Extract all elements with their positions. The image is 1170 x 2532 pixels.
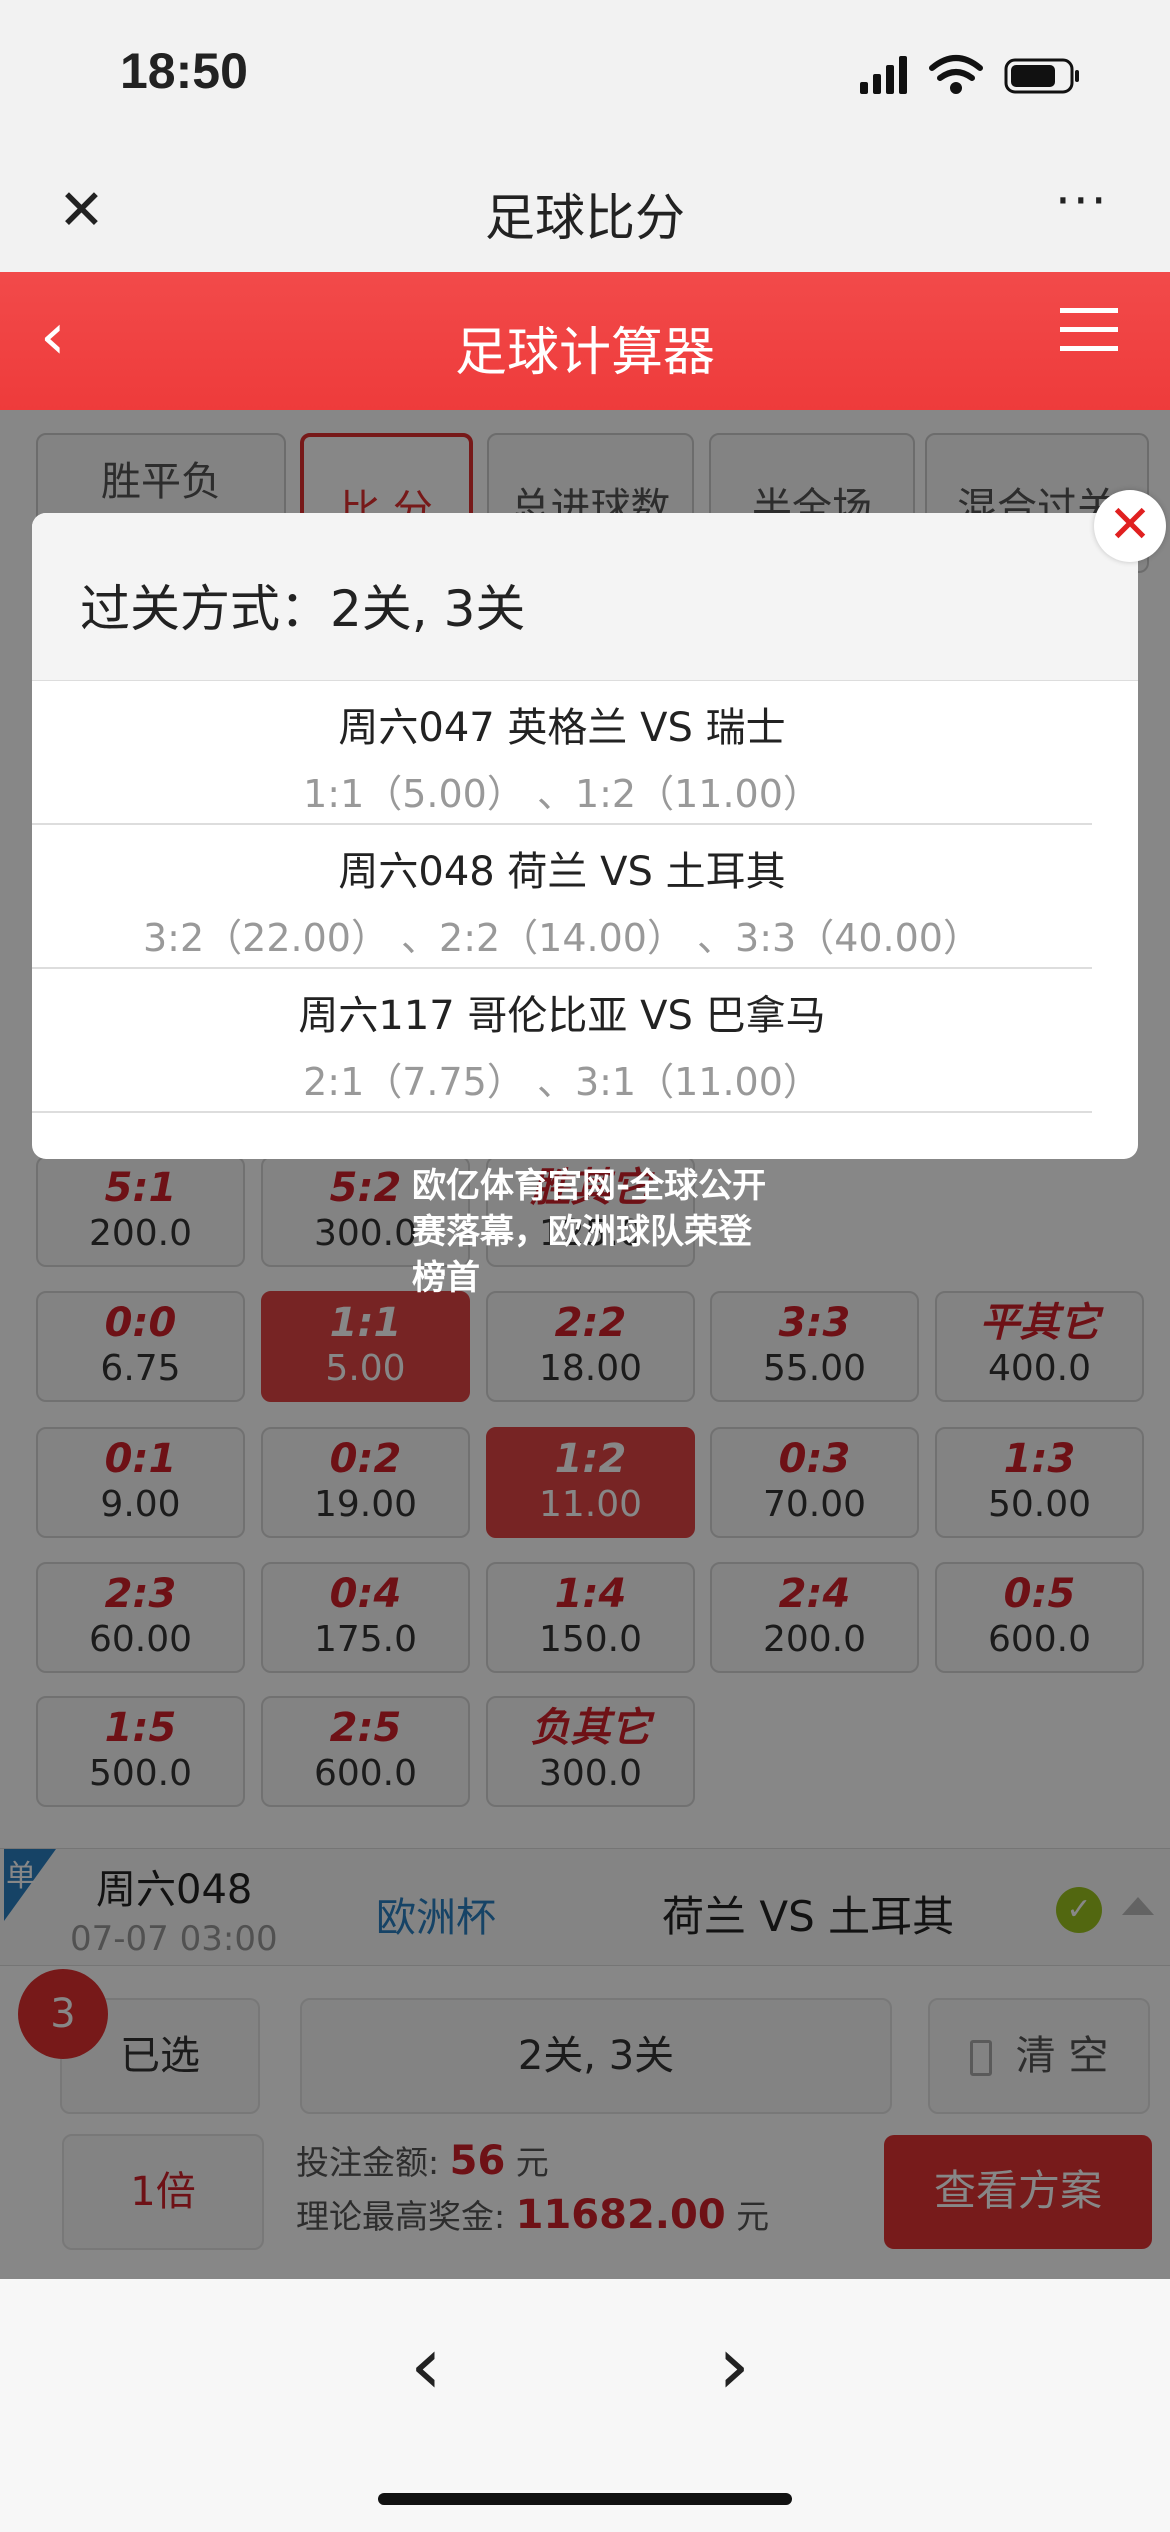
watermark: 欧亿体育官网-全球公开赛落幕，欧洲球队荣登榜首 <box>412 1166 767 1298</box>
forward-arrow-icon[interactable]: › <box>718 2319 750 2412</box>
app-header: ‹ 足球计算器 <box>0 272 1170 410</box>
list-item: 周六047 英格兰 VS 瑞士 1:1（5.00） 、1:2（11.00） <box>32 681 1092 825</box>
menu-icon[interactable] <box>1060 308 1118 351</box>
match-name: 周六048 荷兰 VS 土耳其 <box>338 849 786 895</box>
close-modal-icon[interactable]: ✕ <box>1094 490 1166 562</box>
battery-icon <box>1004 58 1079 94</box>
nav-title: 足球比分 <box>485 189 685 247</box>
signal-icon <box>860 56 907 94</box>
home-indicator <box>378 2493 792 2505</box>
pass-modal: 过关方式：2关, 3关 周六047 英格兰 VS 瑞士 1:1（5.00） 、1:… <box>32 513 1138 1159</box>
back-arrow-icon[interactable]: ‹ <box>410 2319 442 2412</box>
browser-toolbar: ‹ › <box>0 2279 1170 2532</box>
page-title: 足球计算器 <box>454 323 715 383</box>
more-icon[interactable]: ··· <box>1055 172 1109 230</box>
nav-bar: ✕ 足球比分 ··· <box>0 150 1170 272</box>
picks: 2:1（7.75） 、3:1（11.00） <box>303 1060 821 1104</box>
list-item: 周六048 荷兰 VS 土耳其 3:2（22.00） 、2:2（14.00） 、3… <box>32 825 1092 969</box>
clock: 18:50 <box>120 43 248 99</box>
match-name: 周六047 英格兰 VS 瑞士 <box>338 705 786 751</box>
match-name: 周六117 哥伦比亚 VS 巴拿马 <box>298 993 826 1039</box>
list-item: 周六117 哥伦比亚 VS 巴拿马 2:1（7.75） 、3:1（11.00） <box>32 969 1092 1113</box>
status-bar: 18:50 <box>0 0 1170 150</box>
wifi-icon <box>929 55 983 94</box>
modal-title: 过关方式：2关, 3关 <box>80 580 526 638</box>
modal-header: 过关方式：2关, 3关 <box>32 513 1138 681</box>
picks: 1:1（5.00） 、1:2（11.00） <box>303 772 821 816</box>
status-icons <box>860 55 1079 94</box>
picks: 3:2（22.00） 、2:2（14.00） 、3:3（40.00） <box>143 916 981 960</box>
